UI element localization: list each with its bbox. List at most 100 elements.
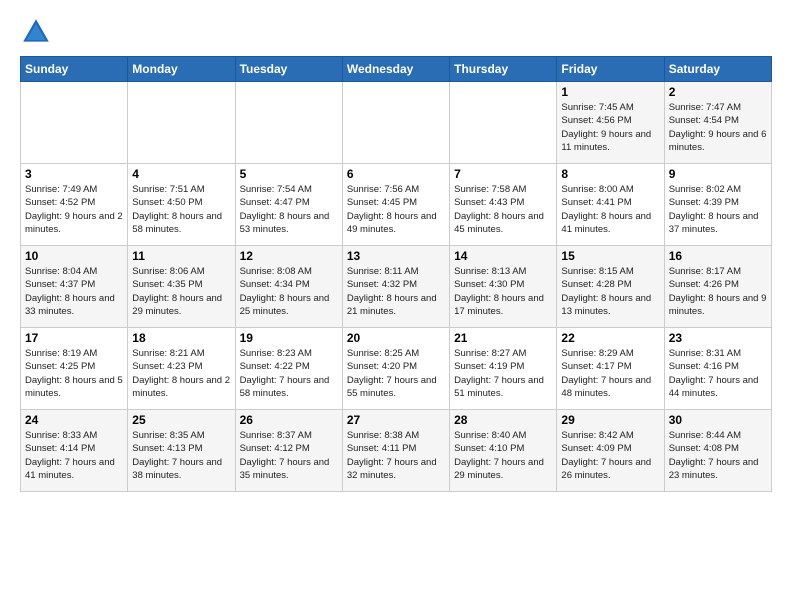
day-number: 26 [240, 413, 338, 427]
calendar-cell-w1-d3: 6 Sunrise: 7:56 AM Sunset: 4:45 PM Daylig… [342, 164, 449, 246]
weekday-header-monday: Monday [128, 57, 235, 82]
calendar-cell-w3-d6: 23 Sunrise: 8:31 AM Sunset: 4:16 PM Dayli… [664, 328, 771, 410]
day-info: Sunrise: 8:21 AM Sunset: 4:23 PM Dayligh… [132, 347, 230, 400]
calendar-cell-w0-d4 [450, 82, 557, 164]
day-number: 17 [25, 331, 123, 345]
calendar-cell-w3-d0: 17 Sunrise: 8:19 AM Sunset: 4:25 PM Dayli… [21, 328, 128, 410]
calendar-cell-w4-d0: 24 Sunrise: 8:33 AM Sunset: 4:14 PM Dayli… [21, 410, 128, 492]
calendar-cell-w0-d1 [128, 82, 235, 164]
day-info: Sunrise: 8:17 AM Sunset: 4:26 PM Dayligh… [669, 265, 767, 318]
day-info: Sunrise: 7:56 AM Sunset: 4:45 PM Dayligh… [347, 183, 445, 236]
day-number: 13 [347, 249, 445, 263]
calendar-cell-w1-d1: 4 Sunrise: 7:51 AM Sunset: 4:50 PM Daylig… [128, 164, 235, 246]
week-row-3: 17 Sunrise: 8:19 AM Sunset: 4:25 PM Dayli… [21, 328, 772, 410]
day-number: 23 [669, 331, 767, 345]
calendar-cell-w4-d3: 27 Sunrise: 8:38 AM Sunset: 4:11 PM Dayli… [342, 410, 449, 492]
day-number: 27 [347, 413, 445, 427]
day-info: Sunrise: 8:27 AM Sunset: 4:19 PM Dayligh… [454, 347, 552, 400]
day-info: Sunrise: 7:47 AM Sunset: 4:54 PM Dayligh… [669, 101, 767, 154]
day-number: 4 [132, 167, 230, 181]
day-info: Sunrise: 8:06 AM Sunset: 4:35 PM Dayligh… [132, 265, 230, 318]
calendar-cell-w2-d0: 10 Sunrise: 8:04 AM Sunset: 4:37 PM Dayli… [21, 246, 128, 328]
day-info: Sunrise: 8:38 AM Sunset: 4:11 PM Dayligh… [347, 429, 445, 482]
calendar-cell-w4-d6: 30 Sunrise: 8:44 AM Sunset: 4:08 PM Dayli… [664, 410, 771, 492]
calendar-cell-w2-d3: 13 Sunrise: 8:11 AM Sunset: 4:32 PM Dayli… [342, 246, 449, 328]
page: SundayMondayTuesdayWednesdayThursdayFrid… [0, 0, 792, 612]
day-info: Sunrise: 8:31 AM Sunset: 4:16 PM Dayligh… [669, 347, 767, 400]
calendar-cell-w3-d4: 21 Sunrise: 8:27 AM Sunset: 4:19 PM Dayli… [450, 328, 557, 410]
day-number: 10 [25, 249, 123, 263]
logo-icon [20, 16, 52, 48]
day-number: 6 [347, 167, 445, 181]
day-number: 8 [561, 167, 659, 181]
day-number: 2 [669, 85, 767, 99]
calendar-cell-w3-d2: 19Sunrise: 8:23 AM Sunset: 4:22 PM Dayli… [235, 328, 342, 410]
day-info: Sunrise: 8:44 AM Sunset: 4:08 PM Dayligh… [669, 429, 767, 482]
calendar-cell-w3-d5: 22 Sunrise: 8:29 AM Sunset: 4:17 PM Dayli… [557, 328, 664, 410]
day-info: Sunrise: 8:00 AM Sunset: 4:41 PM Dayligh… [561, 183, 659, 236]
logo [20, 16, 56, 48]
weekday-header-row: SundayMondayTuesdayWednesdayThursdayFrid… [21, 57, 772, 82]
day-info: Sunrise: 8:11 AM Sunset: 4:32 PM Dayligh… [347, 265, 445, 318]
calendar-cell-w4-d2: 26 Sunrise: 8:37 AM Sunset: 4:12 PM Dayli… [235, 410, 342, 492]
day-info: Sunrise: 8:19 AM Sunset: 4:25 PM Dayligh… [25, 347, 123, 400]
calendar-cell-w4-d1: 25 Sunrise: 8:35 AM Sunset: 4:13 PM Dayli… [128, 410, 235, 492]
day-info: Sunrise: 7:51 AM Sunset: 4:50 PM Dayligh… [132, 183, 230, 236]
day-number: 29 [561, 413, 659, 427]
day-info: Sunrise: 8:40 AM Sunset: 4:10 PM Dayligh… [454, 429, 552, 482]
calendar-cell-w0-d3 [342, 82, 449, 164]
calendar: SundayMondayTuesdayWednesdayThursdayFrid… [20, 56, 772, 492]
day-info: Sunrise: 8:23 AM Sunset: 4:22 PM Dayligh… [240, 347, 338, 400]
calendar-cell-w2-d6: 16 Sunrise: 8:17 AM Sunset: 4:26 PM Dayli… [664, 246, 771, 328]
day-info: Sunrise: 8:35 AM Sunset: 4:13 PM Dayligh… [132, 429, 230, 482]
calendar-cell-w4-d5: 29Sunrise: 8:42 AM Sunset: 4:09 PM Dayli… [557, 410, 664, 492]
calendar-cell-w3-d3: 20Sunrise: 8:25 AM Sunset: 4:20 PM Dayli… [342, 328, 449, 410]
day-info: Sunrise: 8:29 AM Sunset: 4:17 PM Dayligh… [561, 347, 659, 400]
calendar-cell-w2-d5: 15Sunrise: 8:15 AM Sunset: 4:28 PM Dayli… [557, 246, 664, 328]
calendar-cell-w0-d2 [235, 82, 342, 164]
day-number: 24 [25, 413, 123, 427]
calendar-cell-w0-d6: 2 Sunrise: 7:47 AM Sunset: 4:54 PM Daylig… [664, 82, 771, 164]
day-number: 21 [454, 331, 552, 345]
day-number: 14 [454, 249, 552, 263]
day-info: Sunrise: 7:45 AM Sunset: 4:56 PM Dayligh… [561, 101, 659, 154]
calendar-cell-w1-d2: 5Sunrise: 7:54 AM Sunset: 4:47 PM Daylig… [235, 164, 342, 246]
calendar-cell-w0-d0 [21, 82, 128, 164]
calendar-cell-w2-d2: 12Sunrise: 8:08 AM Sunset: 4:34 PM Dayli… [235, 246, 342, 328]
week-row-0: 1Sunrise: 7:45 AM Sunset: 4:56 PM Daylig… [21, 82, 772, 164]
weekday-header-friday: Friday [557, 57, 664, 82]
calendar-cell-w1-d5: 8 Sunrise: 8:00 AM Sunset: 4:41 PM Daylig… [557, 164, 664, 246]
calendar-cell-w1-d4: 7 Sunrise: 7:58 AM Sunset: 4:43 PM Daylig… [450, 164, 557, 246]
day-number: 18 [132, 331, 230, 345]
day-info: Sunrise: 7:58 AM Sunset: 4:43 PM Dayligh… [454, 183, 552, 236]
weekday-header-saturday: Saturday [664, 57, 771, 82]
weekday-header-sunday: Sunday [21, 57, 128, 82]
day-number: 28 [454, 413, 552, 427]
calendar-cell-w1-d6: 9Sunrise: 8:02 AM Sunset: 4:39 PM Daylig… [664, 164, 771, 246]
day-number: 11 [132, 249, 230, 263]
day-number: 16 [669, 249, 767, 263]
day-number: 22 [561, 331, 659, 345]
weekday-header-wednesday: Wednesday [342, 57, 449, 82]
calendar-cell-w1-d0: 3 Sunrise: 7:49 AM Sunset: 4:52 PM Daylig… [21, 164, 128, 246]
day-info: Sunrise: 8:04 AM Sunset: 4:37 PM Dayligh… [25, 265, 123, 318]
day-info: Sunrise: 8:15 AM Sunset: 4:28 PM Dayligh… [561, 265, 659, 318]
day-info: Sunrise: 7:49 AM Sunset: 4:52 PM Dayligh… [25, 183, 123, 236]
week-row-4: 24 Sunrise: 8:33 AM Sunset: 4:14 PM Dayli… [21, 410, 772, 492]
day-number: 20 [347, 331, 445, 345]
day-number: 30 [669, 413, 767, 427]
day-number: 12 [240, 249, 338, 263]
day-number: 25 [132, 413, 230, 427]
day-info: Sunrise: 8:33 AM Sunset: 4:14 PM Dayligh… [25, 429, 123, 482]
day-info: Sunrise: 8:13 AM Sunset: 4:30 PM Dayligh… [454, 265, 552, 318]
calendar-cell-w3-d1: 18 Sunrise: 8:21 AM Sunset: 4:23 PM Dayli… [128, 328, 235, 410]
day-number: 3 [25, 167, 123, 181]
week-row-1: 3 Sunrise: 7:49 AM Sunset: 4:52 PM Daylig… [21, 164, 772, 246]
day-info: Sunrise: 8:37 AM Sunset: 4:12 PM Dayligh… [240, 429, 338, 482]
calendar-cell-w4-d4: 28 Sunrise: 8:40 AM Sunset: 4:10 PM Dayli… [450, 410, 557, 492]
day-number: 7 [454, 167, 552, 181]
weekday-header-thursday: Thursday [450, 57, 557, 82]
day-number: 5 [240, 167, 338, 181]
week-row-2: 10 Sunrise: 8:04 AM Sunset: 4:37 PM Dayli… [21, 246, 772, 328]
header [20, 16, 772, 48]
